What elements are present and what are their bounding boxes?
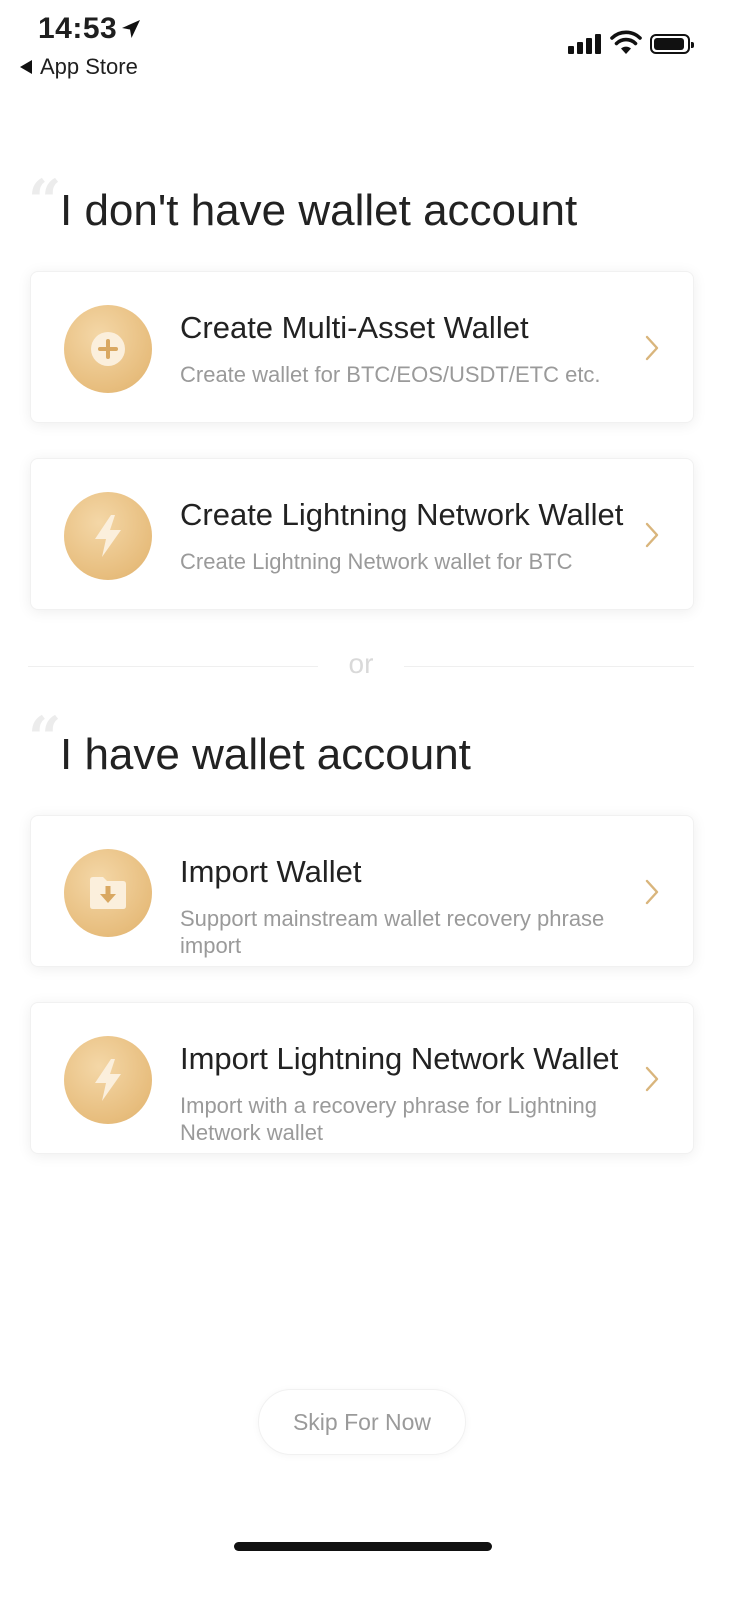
create-multi-asset-wallet-card[interactable]: Create Multi-Asset Wallet Create wallet … bbox=[30, 271, 694, 423]
lightning-badge bbox=[64, 492, 152, 580]
import-lightning-wallet-card[interactable]: Import Lightning Network Wallet Import w… bbox=[30, 1002, 694, 1154]
section-title-no-account: I don't have wallet account bbox=[60, 186, 578, 235]
home-indicator[interactable] bbox=[234, 1542, 492, 1551]
card-description: Import with a recovery phrase for Lightn… bbox=[180, 1093, 597, 1145]
plus-icon bbox=[91, 332, 125, 366]
card-description: Create wallet for BTC/EOS/USDT/ETC etc. bbox=[180, 362, 601, 387]
chevron-right-icon bbox=[645, 335, 659, 361]
import-wallet-badge bbox=[64, 849, 152, 937]
chevron-right-icon bbox=[645, 879, 659, 905]
quote-mark-icon: “ bbox=[28, 167, 62, 235]
chevron-right-icon bbox=[645, 522, 659, 548]
create-lightning-wallet-card[interactable]: Create Lightning Network Wallet Create L… bbox=[30, 458, 694, 610]
lightning-badge bbox=[64, 1036, 152, 1124]
card-title: Create Lightning Network Wallet bbox=[180, 497, 624, 532]
card-title: Import Lightning Network Wallet bbox=[180, 1041, 619, 1076]
lightning-icon bbox=[95, 515, 121, 557]
back-to-app-store[interactable]: App Store bbox=[20, 54, 138, 80]
location-arrow-icon bbox=[122, 20, 140, 38]
card-description: Create Lightning Network wallet for BTC bbox=[180, 549, 573, 574]
divider-line-right bbox=[404, 666, 694, 667]
import-wallet-card[interactable]: Import Wallet Support mainstream wallet … bbox=[30, 815, 694, 967]
back-triangle-icon bbox=[20, 60, 32, 74]
battery-icon bbox=[650, 34, 694, 54]
lightning-icon bbox=[95, 1059, 121, 1101]
skip-for-now-button[interactable]: Skip For Now bbox=[258, 1389, 466, 1455]
status-time: 14:53 bbox=[38, 12, 118, 45]
cellular-signal-icon bbox=[568, 34, 601, 54]
create-wallet-badge bbox=[64, 305, 152, 393]
card-description: Support mainstream wallet recovery phras… bbox=[180, 906, 605, 958]
folder-download-icon bbox=[90, 877, 126, 909]
wifi-icon bbox=[610, 30, 642, 54]
section-title-have-account: I have wallet account bbox=[60, 730, 471, 779]
back-app-label: App Store bbox=[40, 54, 138, 79]
chevron-right-icon bbox=[645, 1066, 659, 1092]
divider-or: or bbox=[348, 648, 374, 679]
quote-mark-icon: “ bbox=[28, 704, 62, 772]
card-title: Create Multi-Asset Wallet bbox=[180, 310, 529, 345]
card-title: Import Wallet bbox=[180, 854, 362, 889]
divider-line-left bbox=[28, 666, 318, 667]
